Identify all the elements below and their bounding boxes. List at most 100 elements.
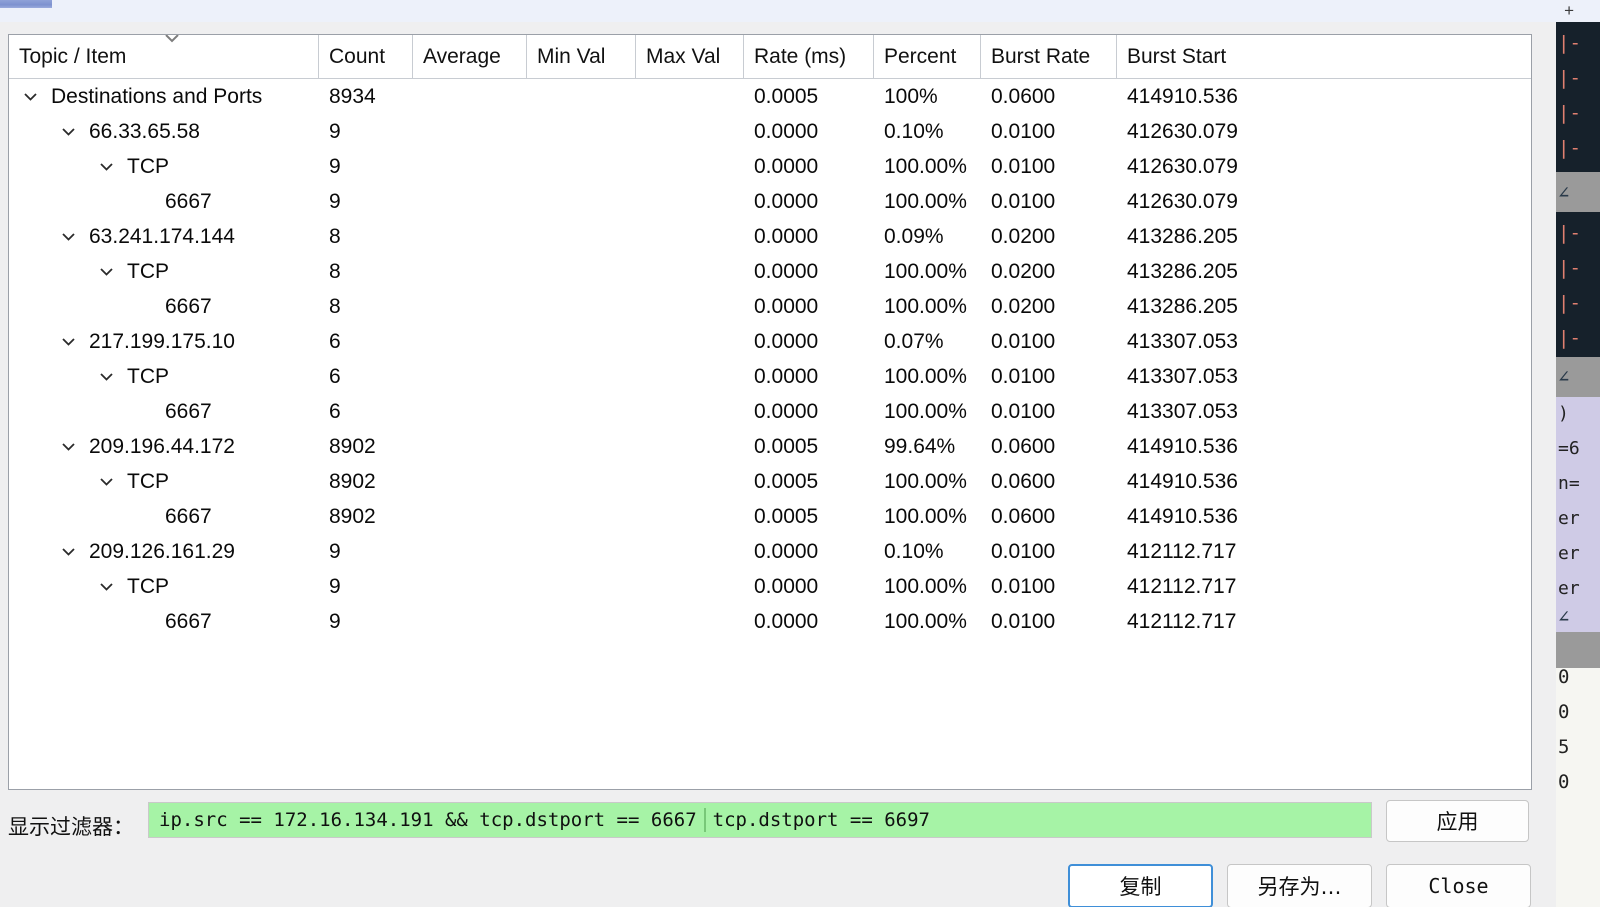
column-header-rate-ms[interactable]: Rate (ms) xyxy=(744,34,874,79)
cell-topic-label: 209.196.44.172 xyxy=(89,434,235,458)
table-row[interactable]: 6667 9 0.0000 100.00% 0.0100 412112.717 xyxy=(9,604,1531,639)
cell-average xyxy=(413,324,527,359)
table-row[interactable]: 63.241.174.144 8 0.0000 0.09% 0.0200 413286.2… xyxy=(9,219,1531,254)
table-row[interactable]: TCP 9 0.0000 100.00% 0.0100 412630.079 xyxy=(9,149,1531,184)
table-row[interactable]: 209.196.44.172 8902 0.0005 99.64% 0.0600 4149… xyxy=(9,429,1531,464)
dialog-button-bar: 复制 另存为… Close xyxy=(0,854,1556,907)
chevron-down-icon[interactable] xyxy=(95,569,117,604)
column-header-max-val-label: Max Val xyxy=(646,44,721,68)
copy-button[interactable]: 复制 xyxy=(1068,864,1213,907)
cell-burst_rate: 0.0100 xyxy=(991,154,1056,178)
table-row[interactable]: TCP 8902 0.0005 100.00% 0.0600 414910.536 xyxy=(9,464,1531,499)
cell-topic: TCP xyxy=(9,464,319,499)
cell-count: 9 xyxy=(329,189,341,213)
chevron-down-icon[interactable] xyxy=(57,324,79,359)
cell-count: 9 xyxy=(329,609,341,633)
cell-burst_start: 412630.079 xyxy=(1127,189,1238,213)
cell-rate_ms: 0.0000 xyxy=(754,259,819,283)
column-header-average[interactable]: Average xyxy=(413,34,527,79)
column-header-rate-ms-label: Rate (ms) xyxy=(754,44,847,68)
chevron-down-icon[interactable] xyxy=(57,219,79,254)
cell-min_val xyxy=(527,359,636,394)
table-row[interactable]: TCP 6 0.0000 100.00% 0.0100 413307.053 xyxy=(9,359,1531,394)
cell-max_val xyxy=(636,604,744,639)
cell-percent: 100.00% xyxy=(884,574,967,598)
cell-rate_ms: 0.0000 xyxy=(754,294,819,318)
column-header-burst-rate[interactable]: Burst Rate xyxy=(981,34,1117,79)
display-filter-value-part1: ip.src == 172.16.134.191 && tcp.dstport … xyxy=(159,809,697,831)
cell-average xyxy=(413,254,527,289)
column-header-burst-rate-label: Burst Rate xyxy=(991,44,1091,68)
cell-rate_ms: 0.0000 xyxy=(754,329,819,353)
table-body[interactable]: Destinations and Ports 8934 0.0005 100% 0.06… xyxy=(9,79,1531,789)
table-row[interactable]: Destinations and Ports 8934 0.0005 100% 0.06… xyxy=(9,79,1531,114)
cell-rate_ms: 0.0000 xyxy=(754,364,819,388)
sort-descending-icon xyxy=(164,34,180,43)
apply-filter-button[interactable]: 应用 xyxy=(1386,800,1529,842)
display-filter-or-separator xyxy=(703,808,706,832)
table-row[interactable]: 6667 6 0.0000 100.00% 0.0100 413307.053 xyxy=(9,394,1531,429)
cell-percent: 100.00% xyxy=(884,399,967,423)
chevron-down-icon[interactable] xyxy=(57,534,79,569)
statistics-tree[interactable]: Topic / Item Count Average Min Val Max V… xyxy=(8,34,1532,790)
table-row[interactable]: 6667 8 0.0000 100.00% 0.0200 413286.205 xyxy=(9,289,1531,324)
chevron-down-icon[interactable] xyxy=(95,359,117,394)
table-row[interactable]: 209.126.161.29 9 0.0000 0.10% 0.0100 412112.7… xyxy=(9,534,1531,569)
column-header-percent[interactable]: Percent xyxy=(874,34,981,79)
tree-spacer-icon xyxy=(133,184,155,219)
save-as-button[interactable]: 另存为… xyxy=(1227,864,1372,907)
chevron-down-icon[interactable] xyxy=(95,464,117,499)
table-row[interactable]: TCP 9 0.0000 100.00% 0.0100 412112.717 xyxy=(9,569,1531,604)
cell-burst_rate: 0.0600 xyxy=(991,84,1056,108)
cell-max_val xyxy=(636,219,744,254)
chevron-down-icon[interactable] xyxy=(95,254,117,289)
cell-topic: 66.33.65.58 xyxy=(9,114,319,149)
tree-spacer-icon xyxy=(133,499,155,534)
cell-count: 9 xyxy=(329,154,341,178)
cell-topic-label: TCP xyxy=(127,154,169,178)
chevron-down-icon[interactable] xyxy=(95,149,117,184)
table-row[interactable]: 217.199.175.10 6 0.0000 0.07% 0.0100 413307.0… xyxy=(9,324,1531,359)
cell-max_val xyxy=(636,464,744,499)
cell-count: 8 xyxy=(329,224,341,248)
cell-burst_rate: 0.0600 xyxy=(991,504,1056,528)
table-row[interactable]: 6667 9 0.0000 100.00% 0.0100 412630.079 xyxy=(9,184,1531,219)
column-header-percent-label: Percent xyxy=(884,44,957,68)
cell-burst_start: 413286.205 xyxy=(1127,294,1238,318)
column-header-min-val[interactable]: Min Val xyxy=(527,34,636,79)
table-row[interactable]: 66.33.65.58 9 0.0000 0.10% 0.0100 412630.079 xyxy=(9,114,1531,149)
column-header-count[interactable]: Count xyxy=(319,34,413,79)
cell-min_val xyxy=(527,114,636,149)
cell-rate_ms: 0.0000 xyxy=(754,189,819,213)
cell-percent: 100.00% xyxy=(884,504,967,528)
cell-average xyxy=(413,604,527,639)
chevron-down-icon[interactable] xyxy=(57,114,79,149)
display-filter-bar: 显示过滤器： ip.src == 172.16.134.191 && tcp.d… xyxy=(0,800,1556,846)
cell-rate_ms: 0.0005 xyxy=(754,504,819,528)
cell-min_val xyxy=(527,324,636,359)
cell-min_val xyxy=(527,254,636,289)
cell-max_val xyxy=(636,394,744,429)
column-header-burst-start[interactable]: Burst Start xyxy=(1117,35,1531,79)
cell-rate_ms: 0.0000 xyxy=(754,574,819,598)
cell-burst_start: 413307.053 xyxy=(1127,399,1238,423)
chevron-down-icon[interactable] xyxy=(19,79,41,114)
chevron-down-icon[interactable] xyxy=(57,429,79,464)
table-row[interactable]: 6667 8902 0.0005 100.00% 0.0600 414910.536 xyxy=(9,499,1531,534)
table-row[interactable]: TCP 8 0.0000 100.00% 0.0200 413286.205 xyxy=(9,254,1531,289)
cell-average xyxy=(413,149,527,184)
cell-count: 9 xyxy=(329,119,341,143)
cell-burst_rate: 0.0600 xyxy=(991,434,1056,458)
cell-min_val xyxy=(527,184,636,219)
cell-min_val xyxy=(527,499,636,534)
column-header-max-val[interactable]: Max Val xyxy=(636,34,744,79)
cell-topic-label: Destinations and Ports xyxy=(51,84,263,108)
cell-count: 9 xyxy=(329,539,341,563)
cell-burst_start: 412112.717 xyxy=(1127,539,1237,563)
cell-count: 6 xyxy=(329,329,341,353)
close-button[interactable]: Close xyxy=(1386,864,1531,907)
cell-topic-label: 217.199.175.10 xyxy=(89,329,235,353)
display-filter-input[interactable]: ip.src == 172.16.134.191 && tcp.dstport … xyxy=(148,802,1372,838)
column-header-burst-start-label: Burst Start xyxy=(1127,44,1227,68)
column-header-topic[interactable]: Topic / Item xyxy=(9,34,319,79)
